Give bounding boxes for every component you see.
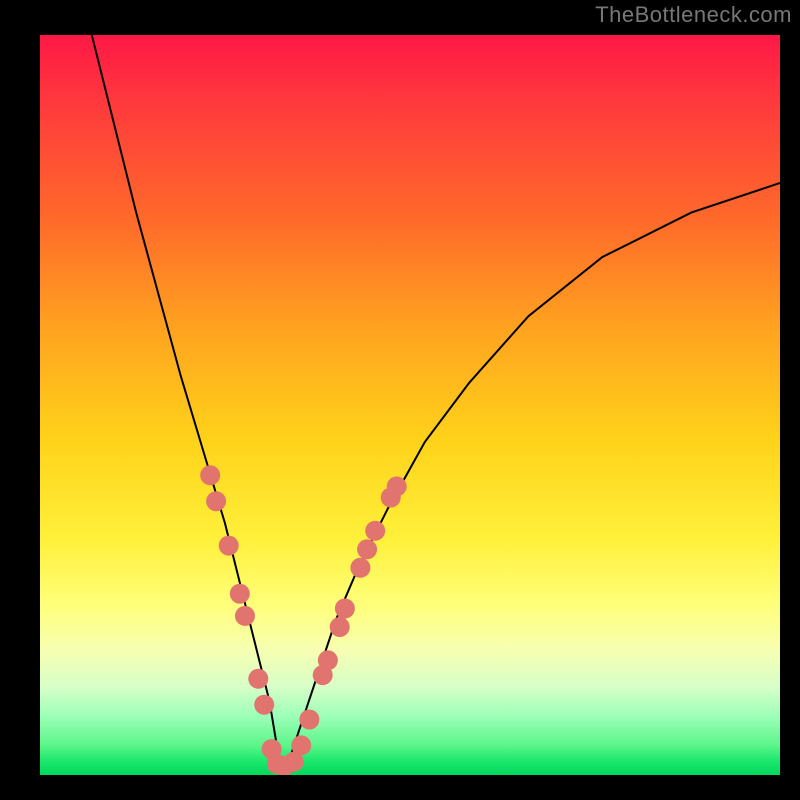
curve-marker [206,491,226,511]
curve-marker [381,488,401,508]
curve-marker [335,599,355,619]
curve-marker [313,665,333,685]
curve-marker [357,539,377,559]
plot-area [40,35,780,775]
curve-marker [387,476,407,496]
curve-marker [365,521,385,541]
curve-marker [318,650,338,670]
curve-marker [350,558,370,578]
curve-marker [330,617,350,637]
curve-marker [254,695,274,715]
chart-svg [40,35,780,775]
curve-marker [299,710,319,730]
curve-marker [248,669,268,689]
curve-marker [219,536,239,556]
curve-marker [200,465,220,485]
curve-marker [284,752,304,772]
curve-markers [200,465,406,775]
curve-marker [274,756,294,775]
watermark-text: TheBottleneck.com [595,2,792,28]
curve-marker [291,735,311,755]
bottleneck-curve [92,35,780,775]
curve-marker [267,754,287,774]
curve-marker [235,606,255,626]
chart-frame: TheBottleneck.com [0,0,800,800]
curve-marker [230,584,250,604]
curve-marker [262,739,282,759]
